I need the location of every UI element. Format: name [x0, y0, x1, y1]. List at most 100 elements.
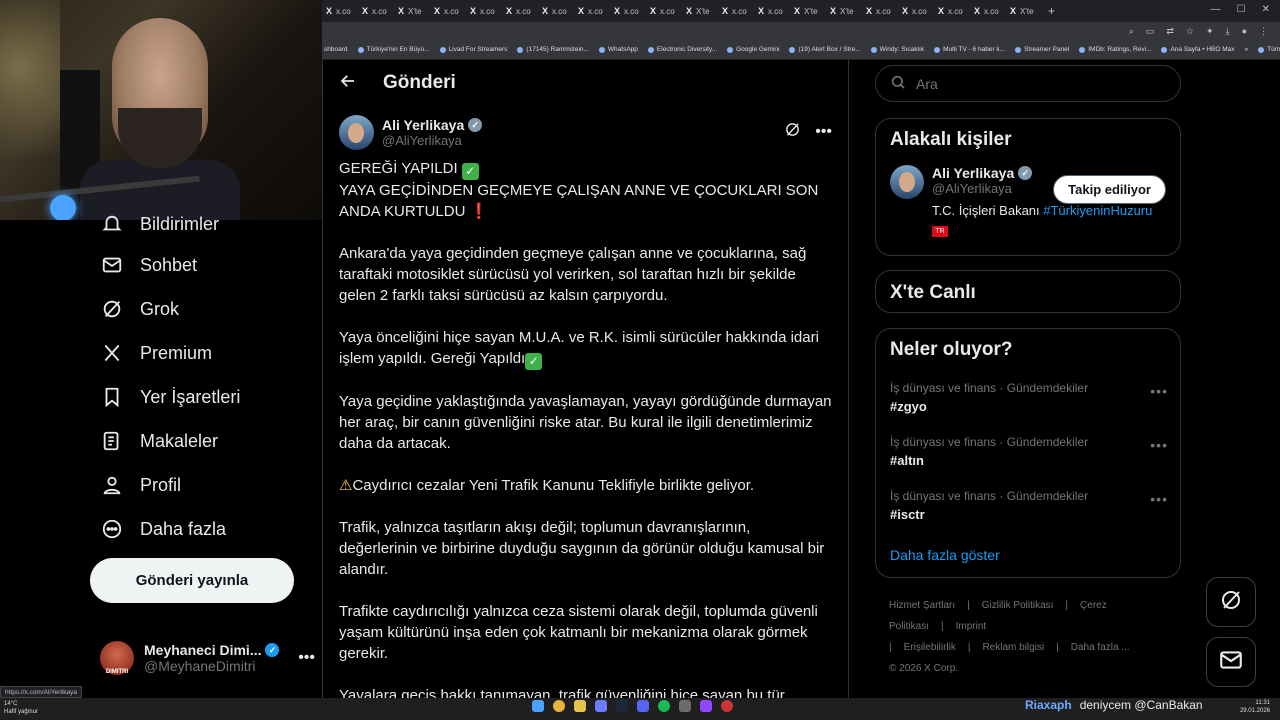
- browser-tab[interactable]: Xx.co: [718, 0, 754, 22]
- bookmark-item[interactable]: Streamer Panel: [1015, 46, 1069, 53]
- trend-tag[interactable]: #isctr: [890, 507, 1168, 522]
- bookmark-item[interactable]: Windy: Sıcaklık: [870, 46, 924, 53]
- related-name-text[interactable]: Ali Yerlikaya: [932, 165, 1014, 181]
- more-dots-icon[interactable]: •••: [298, 649, 315, 667]
- download-icon[interactable]: ⤓: [1226, 26, 1230, 37]
- bookmark-item[interactable]: Livad For Streamers: [439, 46, 507, 53]
- bookmark-item[interactable]: Google Gemini: [727, 46, 779, 53]
- browser-tab[interactable]: X X'te: [682, 0, 718, 22]
- footer-link[interactable]: Reklam bilgisi: [982, 642, 1044, 653]
- browser-tab[interactable]: X X'te: [394, 0, 430, 22]
- account-switcher[interactable]: DIMITRI Meyhaneci Dimi... ✓ @MeyhaneDimit…: [100, 635, 315, 681]
- browser-tab[interactable]: Xx.co: [646, 0, 682, 22]
- browser-tab[interactable]: Xx.co: [322, 0, 358, 22]
- browser-tab[interactable]: Xx.co: [862, 0, 898, 22]
- sidebar-item-bookmarks[interactable]: Yer İşaretleri: [100, 385, 240, 409]
- trend-tag[interactable]: #altın: [890, 453, 1168, 468]
- trend-item[interactable]: İş dünyası ve finans · Gündemdekiler #is…: [890, 489, 1168, 522]
- maximize-icon[interactable]: ☐: [1237, 4, 1246, 15]
- live-card[interactable]: X'te Canlı: [875, 270, 1181, 313]
- trend-more-dots-icon[interactable]: •••: [1150, 491, 1168, 507]
- discord-icon[interactable]: [595, 700, 607, 712]
- browser-tab[interactable]: Xx.co: [898, 0, 934, 22]
- sidebar-item-premium[interactable]: Premium: [100, 341, 212, 365]
- following-button[interactable]: Takip ediliyor: [1053, 175, 1166, 204]
- bookmark-item[interactable]: Tüm Yer İşaretleri: [1258, 46, 1280, 53]
- system-clock[interactable]: 11:31 29.01.2026: [1240, 699, 1270, 715]
- hashtag-link[interactable]: #TürkiyeninHuzuru: [1043, 203, 1152, 218]
- browser-tab[interactable]: Xx.co: [574, 0, 610, 22]
- zoom-icon[interactable]: ⌕: [1129, 26, 1134, 37]
- grok-floating-button[interactable]: [1206, 577, 1256, 627]
- bookmark-item[interactable]: IMDb: Ratings, Revi...: [1079, 46, 1151, 53]
- browser-tab[interactable]: X X'te: [790, 0, 826, 22]
- sidebar-item-grok[interactable]: Grok: [100, 297, 179, 321]
- bookmark-item[interactable]: (19) Alert Box / Stre...: [789, 46, 861, 53]
- close-icon[interactable]: ✕: [1262, 4, 1270, 15]
- profile-icon[interactable]: ●: [1242, 26, 1247, 36]
- trend-more-dots-icon[interactable]: •••: [1150, 383, 1168, 399]
- spotify-icon[interactable]: [658, 700, 670, 712]
- browser-tab[interactable]: Xx.co: [934, 0, 970, 22]
- bookmark-item[interactable]: shboard: [324, 46, 348, 53]
- app-icon[interactable]: [679, 700, 691, 712]
- minimize-icon[interactable]: —: [1211, 4, 1221, 15]
- cast-icon[interactable]: ▭: [1146, 26, 1155, 37]
- search-box[interactable]: Ara: [875, 65, 1181, 102]
- trend-tag[interactable]: #zgyo: [890, 399, 1168, 414]
- grok-icon[interactable]: [784, 121, 801, 143]
- chat-app-icon[interactable]: [637, 700, 649, 712]
- windows-start-icon[interactable]: [532, 700, 544, 712]
- footer-link[interactable]: Daha fazla ...: [1071, 642, 1130, 653]
- author-display-name[interactable]: Ali Yerlikaya ✓: [382, 117, 483, 133]
- browser-menu-icon[interactable]: ⋮: [1259, 26, 1268, 37]
- bookmark-item[interactable]: »: [1245, 46, 1249, 53]
- chrome-icon[interactable]: [553, 700, 565, 712]
- browser-tab[interactable]: Xx.co: [358, 0, 394, 22]
- bookmark-item[interactable]: Türkiye'nin En Büyü...: [357, 46, 430, 53]
- browser-tab[interactable]: Xx.co: [970, 0, 1006, 22]
- file-explorer-icon[interactable]: [574, 700, 586, 712]
- twitch-icon[interactable]: [700, 700, 712, 712]
- obs-icon[interactable]: [721, 700, 733, 712]
- related-avatar[interactable]: [890, 165, 924, 199]
- extension-icon[interactable]: ✦: [1206, 26, 1214, 37]
- browser-tab[interactable]: Xx.co: [430, 0, 466, 22]
- footer-link[interactable]: © 2026 X Corp.: [889, 663, 958, 674]
- trend-item[interactable]: İş dünyası ve finans · Gündemdekiler #zg…: [890, 381, 1168, 414]
- show-more-link[interactable]: Daha fazla göster: [890, 547, 1000, 563]
- browser-tab[interactable]: X X'te: [826, 0, 862, 22]
- weather-widget[interactable]: 14°C Hafif yağmur: [4, 700, 38, 716]
- bookmark-item[interactable]: WhatsApp: [598, 46, 638, 53]
- author-avatar[interactable]: [339, 114, 374, 150]
- sidebar-item-profile[interactable]: Profil: [100, 473, 181, 497]
- browser-tab[interactable]: Xx.co: [754, 0, 790, 22]
- browser-tab[interactable]: Xx.co: [610, 0, 646, 22]
- steam-icon[interactable]: [616, 700, 628, 712]
- trend-item[interactable]: İş dünyası ve finans · Gündemdekiler #al…: [890, 435, 1168, 468]
- author-handle[interactable]: @AliYerlikaya: [382, 133, 482, 148]
- sidebar-item-more[interactable]: Daha fazla: [100, 517, 226, 541]
- bookmark-item[interactable]: Ana Sayfa • HBO Max: [1161, 46, 1235, 53]
- browser-tab[interactable]: X X'te: [1006, 0, 1042, 22]
- star-icon[interactable]: ☆: [1186, 26, 1194, 37]
- footer-link[interactable]: Hizmet Şartları: [889, 600, 955, 611]
- bookmark-item[interactable]: (17145) Rammstein...: [517, 46, 589, 53]
- sidebar-item-notifications[interactable]: Bildirimler: [100, 212, 219, 236]
- bookmark-item[interactable]: Electronic Diversity...: [647, 46, 717, 53]
- footer-link[interactable]: Imprint: [956, 621, 987, 632]
- post-button[interactable]: Gönderi yayınla: [90, 558, 294, 603]
- sidebar-item-articles[interactable]: Makaleler: [100, 429, 218, 453]
- back-arrow-icon[interactable]: [339, 72, 357, 95]
- post-more-dots-icon[interactable]: •••: [815, 123, 832, 141]
- messages-floating-button[interactable]: [1206, 637, 1256, 687]
- footer-link[interactable]: Gizlilik Politikası: [982, 600, 1054, 611]
- new-tab-button[interactable]: +: [1048, 4, 1055, 18]
- browser-tab[interactable]: Xx.co: [538, 0, 574, 22]
- trend-more-dots-icon[interactable]: •••: [1150, 437, 1168, 453]
- browser-tab[interactable]: Xx.co: [466, 0, 502, 22]
- author-name-text[interactable]: Ali Yerlikaya: [382, 117, 464, 133]
- translate-icon[interactable]: ⇄: [1166, 26, 1174, 37]
- footer-link[interactable]: Erişilebilirlik: [904, 642, 956, 653]
- browser-tab[interactable]: Xx.co: [502, 0, 538, 22]
